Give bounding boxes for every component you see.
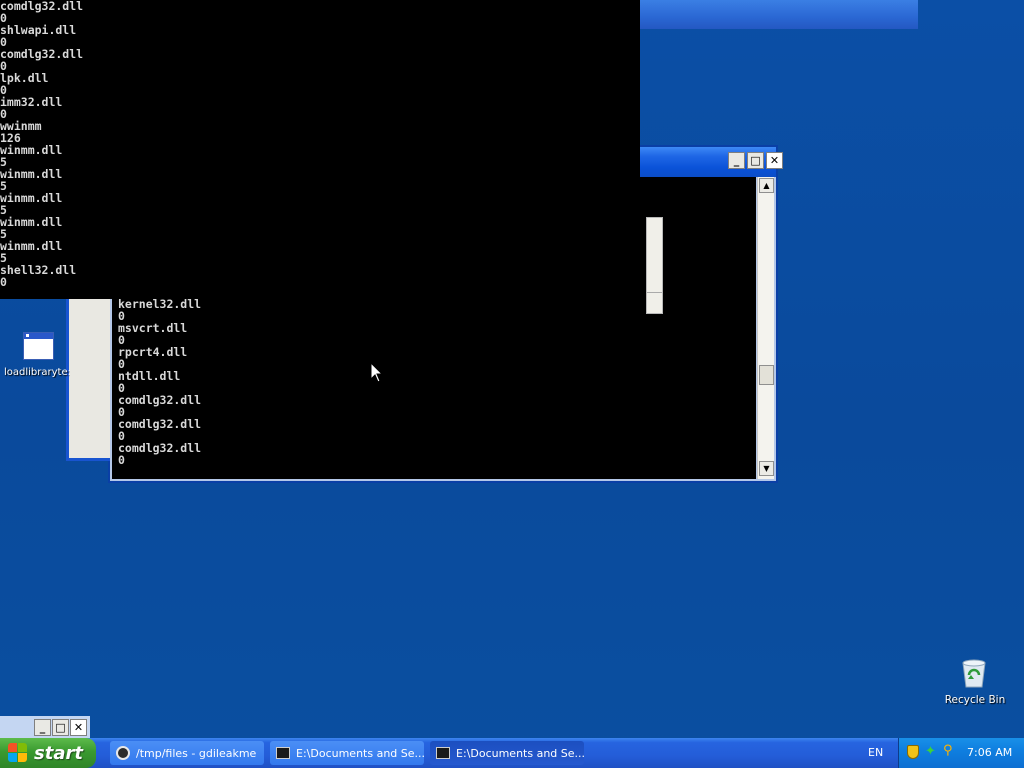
windows-logo-icon [8,743,28,763]
console-line: winmm.dll [0,143,63,157]
task-label: E:\Documents and Se... [456,746,584,760]
console-back-lines: kernel32.dll 0 msvcrt.dll 0 rpcrt4.dll 0 ntdll… [118,298,201,466]
console-front-lines: comdlg32.dll 0 shlwapi.dll 0 comdlg32.dll 0 lp… [0,0,83,299]
minimize-button[interactable]: _ [34,719,51,736]
desktop-icon-label: Recycle Bin [944,694,1006,706]
console-line: winmm.dll [0,167,63,181]
cygwin-icon [116,746,130,760]
scroll-thumb[interactable] [759,365,774,385]
scroll-up-button[interactable]: ▲ [759,178,774,193]
task-label: /tmp/files - gdileakme [136,746,257,760]
clock[interactable]: 7:06 AM [967,746,1012,759]
close-button[interactable]: ✕ [766,152,783,169]
background-window-titlebar[interactable] [600,0,918,29]
console-line: ntdll.dll [118,369,181,383]
scroll-down-button[interactable]: ▼ [759,461,774,476]
console-line: kernel32.dll [118,297,202,311]
start-button[interactable]: start [0,738,96,768]
search-icon[interactable]: ⚲ [943,744,957,758]
application-window-icon [23,332,54,360]
start-label: start [34,742,83,764]
minimize-button[interactable]: _ [728,152,745,169]
system-tray: ✦ ⚲ 7:06 AM [898,738,1024,768]
console-line: winmm.dll [0,191,63,205]
minimized-window[interactable]: _ □ ✕ [0,716,90,738]
desktop-icon-loadlibrary[interactable]: loadlibraryte: [2,331,70,383]
console-line: comdlg32.dll [0,0,84,13]
mouse-cursor [370,361,384,384]
console-line: winmm.dll [0,215,63,229]
console-line: shlwapi.dll [0,23,77,37]
console-line: comdlg32.dll [118,393,202,407]
console-line: comdlg32.dll [118,441,202,455]
console-line: winmm.dll [0,239,63,253]
console-window-front[interactable]: comdlg32.dll 0 shlwapi.dll 0 comdlg32.dll 0 lp… [0,0,640,299]
console-line: rpcrt4.dll [118,345,188,359]
security-shield-icon[interactable] [907,745,919,759]
network-icon[interactable]: ✦ [925,745,939,759]
console-line: msvcrt.dll [118,321,188,335]
taskbar-button-console-2[interactable]: E:\Documents and Se... [430,741,584,765]
console-line: 0 [0,275,7,289]
console-line: comdlg32.dll [0,47,84,61]
recycle-bin-icon [960,658,988,688]
scroll-thumb[interactable] [647,292,662,313]
taskbar-button-cygwin[interactable]: /tmp/files - gdileakme [110,741,264,765]
taskbar-button-console-1[interactable]: E:\Documents and Se... [270,741,424,765]
console-line: lpk.dll [0,71,49,85]
language-indicator[interactable]: EN [868,746,883,759]
console-back-scrollbar[interactable]: ▲ ▼ [757,177,774,479]
console-line: _ [0,287,7,299]
taskbar: start /tmp/files - gdileakme E:\Document… [0,738,1024,768]
console-icon [276,747,290,759]
desktop-icon-label: loadlibraryte: [4,367,70,378]
console-line: 0 [118,453,125,467]
close-button[interactable]: ✕ [70,719,87,736]
console-line: comdlg32.dll [118,417,202,431]
console-icon [436,747,450,759]
scrollbar-fragment[interactable] [646,217,663,314]
maximize-button[interactable]: □ [52,719,69,736]
desktop-icon-recycle-bin[interactable]: Recycle Bin [940,656,1010,712]
task-label: E:\Documents and Se... [296,746,424,760]
console-line: shell32.dll [0,263,77,277]
maximize-button[interactable]: □ [747,152,764,169]
background-window-edge [66,298,110,461]
console-line: imm32.dll [0,95,63,109]
